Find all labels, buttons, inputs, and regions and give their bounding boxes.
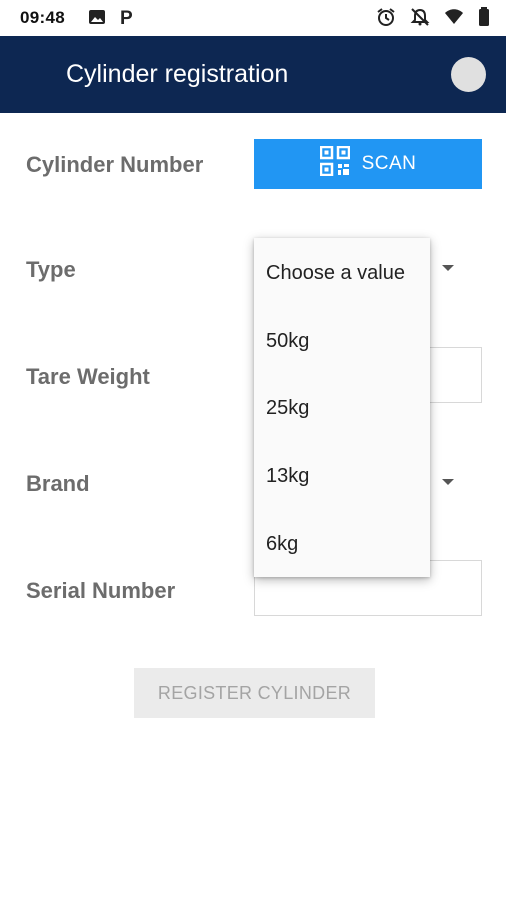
parking-icon: P	[118, 7, 136, 32]
page-title: Cylinder registration	[66, 60, 289, 88]
status-time: 09:48	[20, 8, 65, 27]
app-bar: Cylinder registration	[0, 36, 506, 113]
cylinder-number-label: Cylinder Number	[26, 152, 204, 177]
brand-label: Brand	[26, 471, 90, 496]
status-right-icons	[376, 7, 490, 32]
scan-button[interactable]: SCAN	[254, 139, 482, 189]
wifi-icon	[444, 8, 464, 31]
type-dropdown-arrow-icon[interactable]	[442, 265, 454, 271]
serial-number-label: Serial Number	[26, 578, 176, 603]
svg-text:P: P	[120, 8, 133, 27]
alarm-icon	[376, 7, 396, 32]
menu-item-choose-value[interactable]: Choose a value	[266, 262, 405, 285]
image-icon	[88, 8, 106, 31]
menu-item-13kg[interactable]: 13kg	[266, 465, 309, 488]
menu-item-25kg[interactable]: 25kg	[266, 397, 309, 420]
menu-item-50kg[interactable]: 50kg	[266, 330, 309, 353]
avatar[interactable]	[451, 57, 486, 92]
notifications-off-icon	[410, 7, 430, 32]
qr-code-icon	[319, 145, 350, 182]
register-cylinder-button[interactable]: REGISTER CYLINDER	[134, 668, 375, 718]
scan-button-label: SCAN	[361, 153, 417, 174]
menu-item-6kg[interactable]: 6kg	[266, 533, 298, 556]
brand-dropdown-arrow-icon[interactable]	[442, 479, 454, 485]
tare-weight-label: Tare Weight	[26, 364, 150, 389]
battery-icon	[478, 7, 490, 32]
type-dropdown-menu: Choose a value 50kg 25kg 13kg 6kg	[254, 238, 430, 577]
type-label: Type	[26, 257, 76, 282]
status-left-icons: P	[88, 7, 136, 32]
status-bar: 09:48 P	[0, 0, 506, 36]
